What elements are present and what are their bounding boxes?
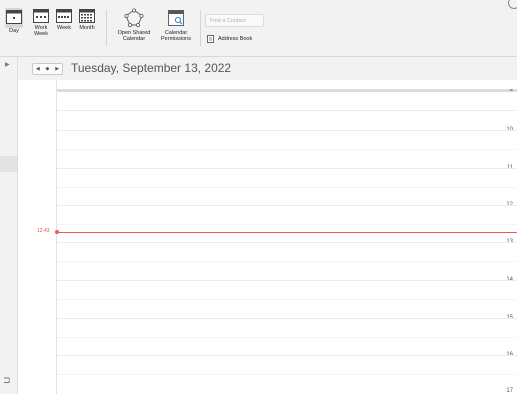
current-time-label: 12:43 [37,228,50,234]
month-view-button[interactable]: Month [79,8,95,31]
date-header: ◀ ◆ ▶ Tuesday, September 13, 2022 [18,57,517,81]
expand-arrow-icon[interactable]: ▶ [5,61,10,68]
ribbon-separator [106,10,107,46]
day-view-button[interactable]: Day [5,8,23,34]
half-hour-line [57,337,517,338]
hour-label: = [509,88,513,94]
month-view-label: Month [79,25,95,31]
open-shared-calendar-label: Open Shared Calendar [117,30,151,42]
previous-day-icon[interactable]: ◀ [36,66,40,72]
shared-calendar-icon [124,8,144,27]
hour-line [57,355,517,356]
calendar-permissions-label: Calendar Permissions [161,30,191,42]
date-navigation: ◀ ◆ ▶ [32,63,63,75]
half-hour-line [57,261,517,262]
work-week-view-label: Work Week [34,25,48,37]
ribbon-separator [200,10,201,46]
month-view-icon [79,9,95,23]
day-time-grid[interactable]: = 10 11 12 13 14 15 16 17 12:43 [18,80,517,394]
half-hour-line [57,187,517,188]
half-hour-line [57,374,517,375]
current-date-title: Tuesday, September 13, 2022 [71,61,232,75]
calendar-permissions-icon [168,10,184,26]
half-hour-line [57,299,517,300]
address-book-label: Address Book [218,36,253,42]
address-book-icon [207,35,214,43]
calendar-permissions-button[interactable]: Calendar Permissions [156,8,196,42]
open-shared-calendar-button[interactable]: Open Shared Calendar [112,8,156,42]
current-time-line [57,232,517,233]
next-day-icon[interactable]: ▶ [55,66,59,72]
help-icon[interactable] [508,0,517,9]
hour-line [57,318,517,319]
half-hour-line [57,110,517,111]
ribbon-toolbar: Day Work Week Week Month Open Shared Cal… [0,0,517,57]
all-day-bar[interactable] [57,89,517,92]
find-contact-input[interactable]: Find a Contact [205,14,264,27]
half-hour-line [57,224,517,225]
week-view-icon [56,9,72,23]
hour-line [57,280,517,281]
day-view-label: Day [9,28,19,34]
week-view-label: Week [57,25,71,31]
time-column [18,80,57,394]
hour-line [57,205,517,206]
today-icon[interactable]: ◆ [46,66,50,72]
day-view-icon [6,10,22,24]
address-book-button[interactable]: Address Book [207,35,252,43]
week-view-button[interactable]: Week [56,8,72,31]
hour-label: 17 [506,388,513,394]
hour-line [57,242,517,243]
selected-strip-highlight [0,156,17,172]
hour-line [57,168,517,169]
work-week-view-icon [33,9,49,23]
calendar-app: Day Work Week Week Month Open Shared Cal… [0,0,517,394]
half-hour-line [57,149,517,150]
navigation-icon[interactable]: ⊐ [3,375,11,386]
work-week-view-button[interactable]: Work Week [33,8,49,37]
folder-pane-collapsed: ▶ ⊐ [0,57,18,394]
hour-line [57,130,517,131]
